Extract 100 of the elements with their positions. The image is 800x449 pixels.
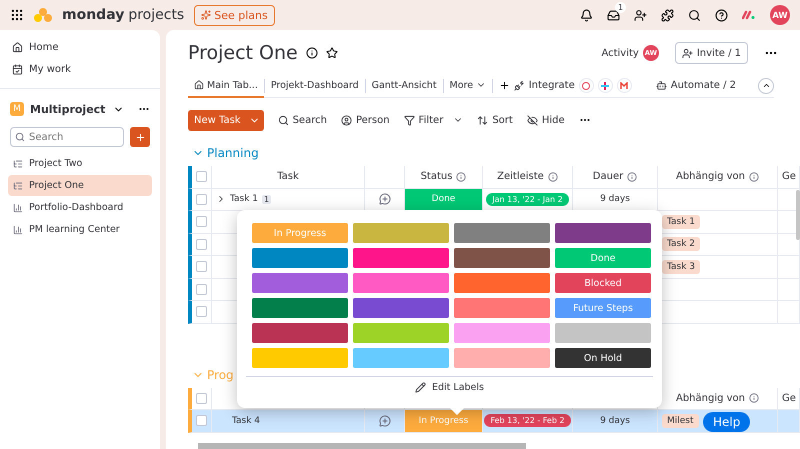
chart-icon — [13, 224, 23, 234]
status-option[interactable] — [555, 223, 651, 243]
status-option[interactable] — [454, 298, 550, 318]
list-icon — [13, 158, 23, 168]
checkbox[interactable] — [196, 194, 207, 205]
dependency-tag[interactable]: Task 3 — [662, 260, 700, 274]
checkbox[interactable] — [196, 415, 207, 426]
star-icon[interactable] — [326, 47, 338, 59]
status-option[interactable] — [454, 273, 550, 293]
integrate-button[interactable]: Integrate — [514, 80, 575, 91]
status-option[interactable] — [353, 348, 449, 368]
dependency-tag[interactable]: Milest — [662, 414, 699, 428]
status-option[interactable] — [252, 323, 348, 343]
board-label: PM learning Center — [29, 224, 120, 235]
toolbar-button[interactable]: Search — [278, 114, 327, 126]
search-icon — [278, 114, 289, 126]
task-name: Task 1 — [230, 194, 258, 204]
view-tab[interactable]: More — [444, 74, 492, 98]
task-name: Task 4 — [232, 416, 260, 426]
checkbox[interactable] — [196, 171, 207, 182]
search-field[interactable]: Search — [10, 127, 124, 147]
table-row[interactable]: Task 1 1 Done Jan 13, '22 - Jan 2 9 days — [188, 188, 800, 211]
status-option[interactable] — [252, 273, 348, 293]
board-item[interactable]: Portfolio-Dashboard — [8, 197, 152, 218]
chevron-up-icon — [762, 81, 770, 90]
view-tab[interactable]: Projekt-Dashboard — [264, 74, 365, 98]
collapse-button[interactable] — [758, 78, 774, 94]
status-option[interactable] — [454, 348, 550, 368]
edit-labels-button[interactable]: Edit Labels — [409, 381, 490, 394]
brand-name: monday — [62, 7, 124, 23]
invite-icon[interactable] — [634, 8, 647, 22]
status-option[interactable]: Blocked — [555, 273, 651, 293]
status-option[interactable] — [454, 223, 550, 243]
add-view-icon[interactable] — [499, 80, 510, 91]
apps-icon[interactable] — [10, 8, 24, 22]
column-header: Dauer — [592, 171, 624, 182]
new-task-button[interactable]: New Task — [188, 110, 264, 130]
toolbar-button[interactable]: Person — [340, 114, 390, 126]
inbox-badge: 1 — [615, 2, 626, 12]
help-icon[interactable] — [715, 8, 728, 22]
board-item[interactable]: Project One — [8, 175, 152, 196]
checkbox[interactable] — [196, 306, 207, 318]
group-title[interactable]: Planning — [207, 146, 259, 160]
checkbox[interactable] — [196, 261, 207, 272]
automate-button[interactable]: Automate / 2 — [656, 80, 736, 91]
status-option[interactable] — [252, 298, 348, 318]
toolbar-button[interactable]: Sort — [477, 114, 513, 126]
status-option[interactable] — [555, 323, 651, 343]
search-icon[interactable] — [688, 8, 701, 22]
monday-mark-icon — [742, 10, 756, 20]
add-update-icon[interactable] — [378, 193, 390, 206]
activity-link[interactable]: Activity — [601, 48, 639, 58]
status-option[interactable] — [353, 223, 449, 243]
info-icon[interactable] — [306, 47, 318, 59]
checkbox[interactable] — [196, 392, 207, 404]
sort-icon — [477, 114, 488, 126]
home-icon — [194, 80, 204, 90]
view-tab[interactable]: Main Tab... — [188, 74, 264, 98]
toolbar-button[interactable]: Hide — [526, 114, 565, 126]
help-button[interactable]: Help — [703, 412, 750, 432]
timeline-pill[interactable]: Feb 13, '22 - Feb 2 — [484, 414, 571, 428]
checkbox[interactable] — [196, 238, 207, 250]
puzzle-icon[interactable] — [661, 8, 674, 22]
status-option[interactable] — [454, 323, 550, 343]
dependency-tag[interactable]: Task 2 — [662, 237, 700, 252]
status-option[interactable] — [252, 348, 348, 368]
sparkle-icon — [201, 10, 212, 20]
invite-button[interactable]: Invite / 1 — [674, 42, 748, 64]
plug-icon — [514, 80, 525, 91]
view-tab[interactable]: Gantt-Ansicht — [366, 74, 443, 98]
user-avatar[interactable]: AW — [770, 5, 790, 25]
nav-item[interactable]: My work — [0, 58, 160, 80]
status-option[interactable] — [353, 298, 449, 318]
status-option[interactable] — [252, 248, 348, 268]
board-item[interactable]: Project Two — [8, 153, 152, 174]
board-label: Portfolio-Dashboard — [29, 202, 124, 213]
toolbar-button[interactable]: Filter — [404, 114, 464, 126]
status-option[interactable] — [353, 248, 449, 268]
add-update-icon[interactable] — [378, 414, 390, 427]
inbox-icon[interactable] — [607, 8, 620, 22]
logo-icon — [34, 8, 52, 22]
plus-icon — [134, 132, 146, 142]
home-icon — [12, 42, 23, 52]
pencil-icon — [415, 382, 426, 393]
status-option[interactable] — [353, 273, 449, 293]
dependency-tag[interactable]: Task 1 — [662, 214, 700, 229]
status-option[interactable]: On Hold — [555, 348, 651, 368]
workspace-name[interactable]: Multiproject — [30, 102, 107, 116]
board-item[interactable]: PM learning Center — [8, 219, 152, 240]
bell-icon[interactable] — [580, 8, 593, 22]
brand-suffix: projects — [128, 7, 184, 23]
checkbox[interactable] — [196, 216, 207, 228]
board-label: Project One — [29, 180, 84, 191]
status-option[interactable] — [454, 248, 550, 268]
column-header: Abhängig von — [676, 392, 746, 404]
add-button[interactable] — [130, 127, 150, 147]
duration-text: 9 days — [600, 416, 630, 426]
status-option[interactable] — [353, 323, 449, 343]
nav-item[interactable]: Home — [0, 36, 160, 58]
checkbox[interactable] — [196, 284, 207, 295]
